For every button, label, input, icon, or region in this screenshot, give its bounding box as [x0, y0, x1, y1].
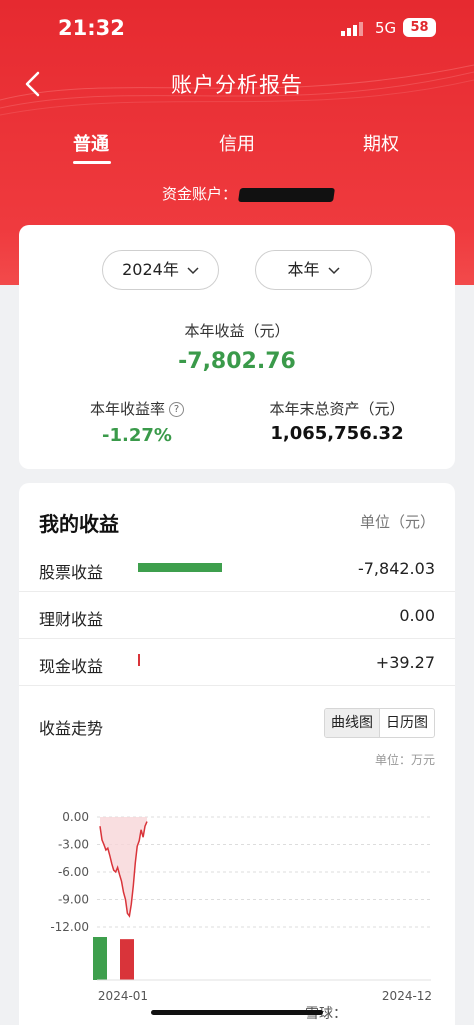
chevron-down-icon [187, 266, 199, 274]
y-tick-label: -6.00 [58, 865, 89, 879]
x-tick-label: 2024-01 [98, 989, 148, 1003]
income-row-name: 理财收益 [39, 610, 104, 629]
year-return-rate-value: -1.27% [102, 425, 172, 446]
income-row-value: -7,842.03 [357, 559, 435, 578]
status-bar: 21:32 5G 58 [0, 0, 474, 58]
battery-icon: 58 [403, 18, 436, 37]
trend-title: 收益走势 [39, 719, 104, 738]
y-tick-label: -9.00 [58, 893, 89, 907]
year-end-assets-label: 本年末总资产（元） [269, 400, 405, 418]
year-return-rate-label: 本年收益率? [39, 398, 235, 419]
income-row-value: 0.00 [399, 606, 435, 625]
page-title: 账户分析报告 [171, 73, 303, 97]
tab-options[interactable]: 期权 [363, 130, 399, 156]
profit-trend-chart: 0.00 -3.00 -6.00 -9.00 -12.00 2024-01 2024-12 [50, 810, 432, 1003]
income-row-name: 现金收益 [39, 657, 104, 676]
my-income-title: 我的收益 [39, 512, 119, 536]
account-line: 资金账户： [162, 183, 335, 204]
period-select[interactable]: 本年 [255, 250, 372, 290]
income-bar [138, 563, 222, 572]
tab-credit[interactable]: 信用 [219, 130, 255, 156]
toggle-curve[interactable]: 曲线图 [325, 709, 379, 737]
x-tick-label: 2024-12 [382, 989, 432, 1003]
toggle-calendar[interactable]: 日历图 [379, 709, 434, 737]
chevron-down-icon [327, 266, 340, 274]
year-select[interactable]: 2024年 [102, 250, 219, 290]
monthly-bar [120, 939, 134, 980]
income-bar [138, 654, 140, 666]
status-time: 21:32 [58, 16, 125, 40]
year-profit-value: -7,802.76 [178, 349, 296, 374]
network-type: 5G [375, 19, 397, 37]
chart-type-toggle: 曲线图 日历图 [324, 708, 435, 738]
monthly-bar [93, 937, 107, 980]
tab-normal[interactable]: 普通 [73, 130, 109, 156]
account-number-redaction [238, 187, 335, 202]
year-profit-label: 本年收益（元） [184, 322, 290, 340]
help-icon[interactable]: ? [169, 402, 184, 417]
year-select-value: 2024年 [122, 260, 179, 279]
nav-bar: 账户分析报告 [0, 58, 474, 110]
year-end-assets-value: 1,065,756.32 [270, 423, 404, 444]
income-row-name: 股票收益 [39, 563, 104, 582]
my-income-unit: 单位（元） [359, 513, 435, 531]
period-select-value: 本年 [287, 260, 320, 279]
income-row-wealth[interactable]: 理财收益 0.00 [19, 592, 455, 639]
trend-unit: 单位：万元 [374, 753, 435, 767]
my-income-card: 我的收益 单位（元） 股票收益 -7,842.03 理财收益 0.00 现金收益… [19, 483, 455, 1025]
series-area [100, 817, 147, 916]
return-rate-label-text: 本年收益率 [89, 400, 165, 418]
summary-card: 2024年 本年 本年收益（元） -7,802.76 本年收益率? -1.27%… [19, 225, 455, 469]
y-tick-label: 0.00 [62, 810, 89, 824]
active-tab-indicator [73, 161, 111, 164]
income-row-value: +39.27 [375, 653, 435, 672]
income-row-cash[interactable]: 现金收益 +39.27 [19, 639, 455, 686]
watermark: 雪球：yyyyyymmmmmmm [305, 1006, 450, 1025]
account-type-tabs: 普通 信用 期权 [0, 118, 474, 168]
home-indicator [151, 1010, 323, 1015]
y-tick-label: -3.00 [58, 838, 89, 852]
y-tick-label: -12.00 [50, 920, 89, 934]
account-label: 资金账户： [162, 185, 238, 203]
signal-icon [341, 22, 363, 36]
income-row-stock[interactable]: 股票收益 -7,842.03 [19, 545, 455, 592]
